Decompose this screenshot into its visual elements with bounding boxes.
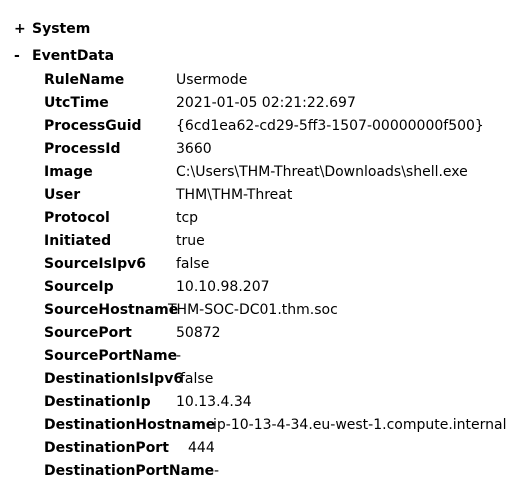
event-data-row: Image C:\Users\THM-Threat\Downloads\shel… (44, 163, 468, 181)
field-value: C:\Users\THM-Threat\Downloads\shell.exe (176, 164, 468, 180)
event-data-row: DestinationIp 10.13.4.34 (44, 393, 252, 411)
field-value: Usermode (176, 72, 248, 88)
tree-node-label: System (32, 21, 91, 37)
event-data-row: SourceIsIpv6 false (44, 255, 209, 273)
field-name: User (44, 187, 81, 203)
field-value: THM\THM-Threat (176, 187, 293, 203)
field-value: 3660 (176, 141, 212, 157)
field-value: 444 (188, 440, 215, 456)
field-value: false (176, 256, 210, 272)
field-name: SourceIp (44, 279, 114, 295)
event-data-row: Initiated true (44, 232, 205, 250)
event-data-row: SourceIp 10.10.98.207 (44, 278, 270, 296)
event-data-row: SourcePortName - (44, 347, 181, 365)
event-data-row: DestinationIsIpv6 false (44, 370, 213, 388)
field-value: 10.10.98.207 (176, 279, 270, 295)
field-name: SourcePort (44, 325, 132, 341)
event-data-row: UtcTime 2021-01-05 02:21:22.697 (44, 94, 356, 112)
event-data-row: DestinationPort 444 (44, 439, 215, 457)
collapse-toggle[interactable]: - (14, 47, 32, 65)
field-name: ProcessGuid (44, 118, 142, 134)
field-name: ProcessId (44, 141, 121, 157)
event-data-row: SourcePort 50872 (44, 324, 221, 342)
event-data-row: SourceHostname THM-SOC-DC01.thm.soc (44, 301, 338, 319)
field-value: 10.13.4.34 (176, 394, 252, 410)
tree-node-label: EventData (32, 48, 115, 64)
field-name: SourceHostname (44, 302, 179, 318)
field-value: - (176, 348, 182, 364)
event-data-row: Protocol tcp (44, 209, 198, 227)
tree-node-eventdata[interactable]: - EventData (14, 47, 114, 65)
field-name: Initiated (44, 233, 112, 249)
field-name: SourcePortName (44, 348, 178, 364)
field-name: SourceIsIpv6 (44, 256, 147, 272)
tree-node-system[interactable]: + System (14, 20, 90, 38)
field-name: Protocol (44, 210, 110, 226)
event-data-row: ProcessGuid {6cd1ea62-cd29-5ff3-1507-000… (44, 117, 484, 135)
field-value: {6cd1ea62-cd29-5ff3-1507-00000000f500} (176, 118, 484, 134)
field-name: RuleName (44, 72, 125, 88)
field-name: Image (44, 164, 93, 180)
field-value: THM-SOC-DC01.thm.soc (168, 302, 338, 318)
field-value: false (180, 371, 214, 387)
event-data-row: User THM\THM-Threat (44, 186, 292, 204)
event-data-row: RuleName Usermode (44, 71, 247, 89)
field-name: DestinationPort (44, 440, 169, 456)
field-name: DestinationIp (44, 394, 151, 410)
field-value: 2021-01-05 02:21:22.697 (176, 95, 356, 111)
event-data-row: DestinationPortName - (44, 462, 219, 480)
field-name: DestinationPortName (44, 463, 215, 479)
field-value: - (214, 463, 220, 479)
field-name: DestinationIsIpv6 (44, 371, 184, 387)
event-data-row: DestinationHostname ip-10-13-4-34.eu-wes… (44, 416, 507, 434)
field-name: UtcTime (44, 95, 109, 111)
field-value: true (176, 233, 205, 249)
field-name: DestinationHostname (44, 417, 216, 433)
field-value: ip-10-13-4-34.eu-west-1.compute.internal (213, 417, 507, 433)
field-value: 50872 (176, 325, 221, 341)
expand-toggle[interactable]: + (14, 20, 32, 38)
event-data-row: ProcessId 3660 (44, 140, 212, 158)
field-value: tcp (176, 210, 199, 226)
